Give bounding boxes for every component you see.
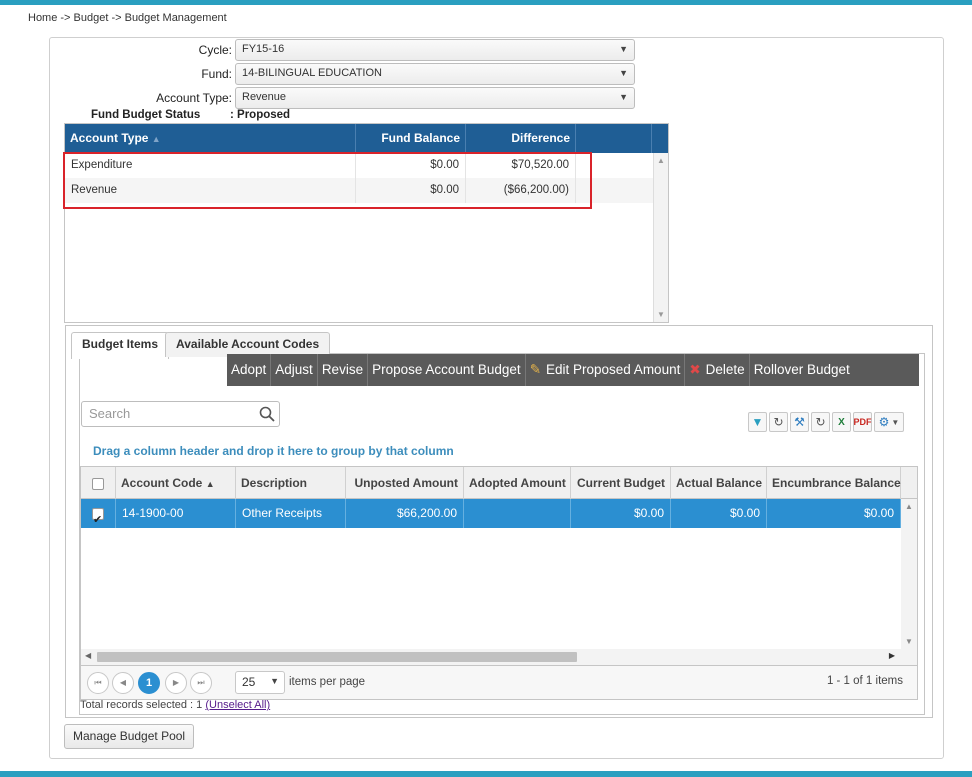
rollover-budget-button[interactable]: Rollover Budget [750, 354, 854, 386]
delete-x-icon: ✖ [689, 362, 701, 377]
current-budget-cell: $0.00 [571, 499, 671, 528]
chevron-down-icon: ▼ [270, 676, 279, 686]
items-grid-header: Account Code ▲ Description Unposted Amou… [81, 467, 917, 499]
unselect-all-link[interactable]: (Unselect All) [205, 699, 270, 711]
wrench-icon[interactable]: ⚒ [790, 412, 809, 432]
propose-account-budget-button[interactable]: Propose Account Budget [368, 354, 526, 386]
scroll-left-icon[interactable]: ◀ [85, 651, 91, 660]
excel-icon[interactable]: X [832, 412, 851, 432]
chevron-down-icon: ▼ [619, 44, 628, 54]
account-type-dropdown[interactable]: Revenue ▼ [235, 87, 635, 109]
breadcrumb: Home -> Budget -> Budget Management [28, 12, 227, 24]
group-by-hint: Drag a column header and drop it here to… [93, 444, 454, 458]
page-size-dropdown[interactable]: 25 ▼ [235, 671, 285, 694]
delete-button[interactable]: ✖ Delete [685, 354, 750, 386]
scroll-up-icon[interactable]: ▲ [657, 156, 665, 165]
cycle-dropdown[interactable]: FY15-16 ▼ [235, 39, 635, 61]
grid-tools: ▼ ↻ ⚒ ↻ X PDF ⚙ ▼ [748, 412, 904, 433]
items-grid-vertical-scrollbar[interactable]: ▲ ▼ [901, 499, 917, 649]
column-header-fund-balance[interactable]: Fund Balance [356, 124, 466, 153]
column-header-unposted-amount[interactable]: Unposted Amount [346, 467, 464, 499]
fund-budget-status-label: Fund Budget Status [91, 109, 201, 121]
pager: ⏮ ◀ 1 ▶ ⏭ 25 ▼ items per page 1 - 1 of 1… [80, 666, 918, 700]
budget-items-grid: Account Code ▲ Description Unposted Amou… [80, 466, 918, 666]
encumbrance-balance-cell: $0.00 [767, 499, 901, 528]
settings-gear-icon[interactable]: ⚙ ▼ [874, 412, 904, 432]
cycle-value: FY15-16 [242, 43, 285, 55]
refresh-icon[interactable]: ↻ [769, 412, 788, 432]
filter-icon[interactable]: ▼ [748, 412, 767, 432]
actual-balance-cell: $0.00 [671, 499, 767, 528]
adopted-amount-cell [464, 499, 571, 528]
items-grid-horizontal-scrollbar[interactable]: ◀ ▶ [81, 649, 917, 665]
action-toolbar: Adopt Adjust Revise Propose Account Budg… [227, 354, 919, 386]
top-accent-bar [0, 0, 972, 5]
row-checkbox[interactable] [92, 506, 104, 535]
column-header-current-budget[interactable]: Current Budget [571, 467, 671, 499]
pdf-icon[interactable]: PDF [853, 412, 872, 432]
total-selected: Total records selected : 1 (Unselect All… [80, 699, 271, 711]
row-select-cell[interactable] [81, 499, 116, 535]
fund-label: Fund: [201, 67, 232, 81]
page-number-button[interactable]: 1 [138, 672, 160, 694]
scroll-thumb[interactable] [97, 652, 577, 662]
scroll-right-icon[interactable]: ▶ [889, 651, 895, 660]
reload-icon[interactable]: ↻ [811, 412, 830, 432]
table-row[interactable]: 14-1900-00 Other Receipts $66,200.00 $0.… [81, 499, 901, 535]
search-icon[interactable] [259, 406, 275, 422]
column-header-adopted-amount[interactable]: Adopted Amount [464, 467, 571, 499]
highlight-box [63, 152, 592, 209]
scroll-up-icon[interactable]: ▲ [905, 502, 913, 511]
column-header-difference[interactable]: Difference [466, 124, 576, 153]
column-header-actual-balance[interactable]: Actual Balance [671, 467, 767, 499]
sort-asc-icon: ▲ [151, 134, 161, 144]
column-header-account-code[interactable]: Account Code ▲ [116, 467, 236, 499]
revise-button[interactable]: Revise [318, 354, 369, 386]
fund-grid-scrollbar[interactable]: ▲ ▼ [653, 153, 668, 322]
first-page-icon[interactable]: ⏮ [87, 672, 109, 694]
items-per-page-label: items per page [289, 676, 366, 688]
adjust-button[interactable]: Adjust [271, 354, 318, 386]
chevron-down-icon: ▼ [619, 92, 628, 102]
pager-info: 1 - 1 of 1 items [826, 675, 903, 687]
manage-budget-pool-button[interactable]: Manage Budget Pool [64, 724, 195, 749]
edit-proposed-amount-button[interactable]: ✎ Edit Proposed Amount [526, 354, 686, 386]
adopt-button[interactable]: Adopt [227, 354, 272, 386]
last-page-icon[interactable]: ⏭ [190, 672, 212, 694]
column-header-account-type[interactable]: Account Type ▲ [65, 124, 356, 153]
fund-value: 14-BILINGUAL EDUCATION [242, 67, 382, 79]
select-all-header[interactable] [81, 467, 116, 499]
account-type-label: Account Type: [156, 91, 232, 105]
sort-asc-icon: ▲ [205, 479, 215, 489]
tab-budget-items[interactable]: Budget Items [71, 332, 170, 359]
fund-dropdown[interactable]: 14-BILINGUAL EDUCATION ▼ [235, 63, 635, 85]
fund-budget-status-value: : Proposed [230, 109, 291, 121]
fund-grid-header: Account Type ▲ Fund Balance Difference [65, 124, 668, 153]
bottom-accent-bar [0, 771, 972, 777]
account-type-value: Revenue [242, 91, 287, 103]
prev-page-icon[interactable]: ◀ [112, 672, 134, 694]
column-header-spacer [576, 124, 652, 153]
search-input[interactable]: Search [81, 401, 280, 427]
account-code-cell: 14-1900-00 [116, 499, 236, 528]
unposted-amount-cell: $66,200.00 [346, 499, 464, 528]
next-page-icon[interactable]: ▶ [165, 672, 187, 694]
scroll-down-icon[interactable]: ▼ [905, 637, 913, 646]
select-all-checkbox[interactable] [92, 477, 104, 490]
pencil-icon: ✎ [529, 362, 541, 377]
cycle-label: Cycle: [198, 43, 232, 57]
chevron-down-icon: ▼ [619, 68, 628, 78]
column-header-encumbrance-balance[interactable]: Encumbrance Balance [767, 467, 901, 499]
column-header-description[interactable]: Description [236, 467, 346, 499]
scroll-down-icon[interactable]: ▼ [657, 310, 665, 319]
description-cell: Other Receipts [236, 499, 346, 528]
